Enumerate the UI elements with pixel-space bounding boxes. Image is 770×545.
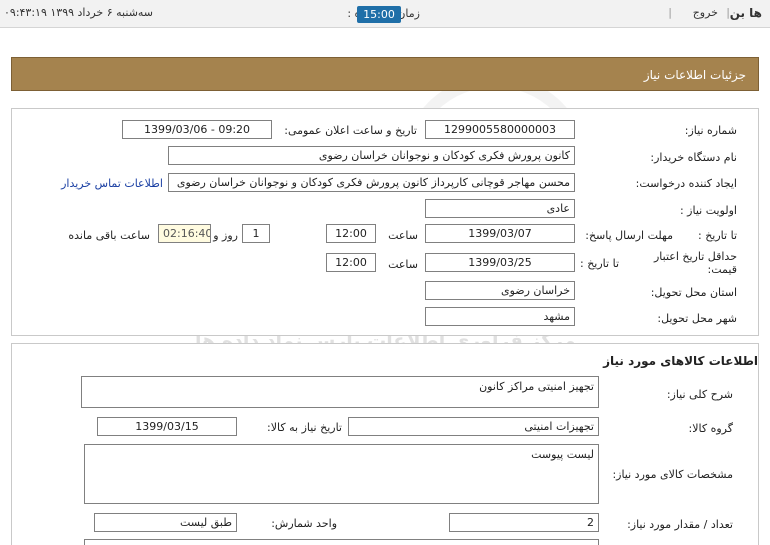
buyer-label: نام دستگاه خریدار: <box>650 151 737 164</box>
validity-time-field: 12:00 <box>326 253 376 272</box>
need-number-label: شماره نیاز: <box>684 124 737 137</box>
province-label: استان محل تحویل: <box>650 286 737 299</box>
quantity-label: تعداد / مقدار مورد نیاز: <box>627 518 733 531</box>
need-description-label: شرح کلی نیاز: <box>666 388 733 401</box>
unit-label: واحد شمارش: <box>271 517 337 530</box>
unit-field: طبق لیست <box>94 513 237 532</box>
priority-field: عادی <box>425 199 575 218</box>
session-timer: 15:00 <box>357 6 401 23</box>
deadline-hour-label: ساعت <box>388 229 418 242</box>
validity-label: حداقل تاریخ اعتبار قیمت: <box>653 250 737 276</box>
goods-section-title: اطلاعات کالاهای مورد نیاز <box>603 354 758 368</box>
need-number-field: 1299005580000003 <box>425 120 575 139</box>
deadline-to-date-label: تا تاریخ : <box>698 229 737 242</box>
need-info-box <box>11 108 759 336</box>
validity-date-field: 1399/03/25 <box>425 253 575 272</box>
need-date-label: تاریخ نیاز به کالا: <box>267 421 342 434</box>
city-label: شهر محل تحویل: <box>657 312 737 325</box>
days-label: روز و <box>213 229 238 242</box>
creator-field: محسن مهاجر قوچانی کارپرداز کانون پرورش ف… <box>168 173 575 192</box>
priority-label: اولویت نیاز : <box>679 204 737 217</box>
validity-to-date-label: تا تاریخ : <box>580 257 619 270</box>
quantity-field: 2 <box>449 513 599 532</box>
announce-label: تاریخ و ساعت اعلان عمومی: <box>284 124 417 137</box>
panel-title: جزئیات اطلاعات نیاز <box>643 68 746 82</box>
brand-name: ها بن <box>729 6 762 20</box>
next-field-partial <box>84 539 599 545</box>
separator: | <box>726 6 730 19</box>
buyer-contact-link[interactable]: اطلاعات تماس خریدار <box>61 177 163 190</box>
deadline-label: مهلت ارسال پاسخ: <box>585 229 673 242</box>
separator: | <box>668 6 672 19</box>
deadline-date-field: 1399/03/07 <box>425 224 575 243</box>
current-datetime: سه‌شنبه ۶ خرداد ۱۳۹۹ ۰۹:۴۳:۱۹ <box>4 6 154 19</box>
remaining-time-field: 02:16:40 <box>158 224 211 243</box>
days-field: 1 <box>242 224 270 243</box>
goods-spec-field: لیست پیوست <box>84 444 599 504</box>
exit-link[interactable]: خروج <box>693 6 718 19</box>
goods-spec-label: مشخصات کالای مورد نیاز: <box>612 468 733 481</box>
need-date-field: 1399/03/15 <box>97 417 237 436</box>
validity-hour-label: ساعت <box>388 258 418 271</box>
goods-group-label: گروه کالا: <box>688 422 733 435</box>
buyer-field: کانون پرورش فکری کودکان و نوجوانان خراسا… <box>168 146 575 165</box>
announce-datetime-field: 1399/03/06 - 09:20 <box>122 120 272 139</box>
need-description-field: تجهیز امنیتی مراکز کانون <box>81 376 599 408</box>
deadline-time-field: 12:00 <box>326 224 376 243</box>
goods-group-field: تجهیزات امنیتی <box>348 417 599 436</box>
city-field: مشهد <box>425 307 575 326</box>
creator-label: ایجاد کننده درخواست: <box>635 177 737 190</box>
remaining-label: ساعت باقی مانده <box>68 229 150 242</box>
top-bar: ها بن | خروج | زمان باقیمانده : 15:00 سه… <box>0 0 770 28</box>
province-field: خراسان رضوی <box>425 281 575 300</box>
panel-header: جزئیات اطلاعات نیاز <box>11 57 759 91</box>
